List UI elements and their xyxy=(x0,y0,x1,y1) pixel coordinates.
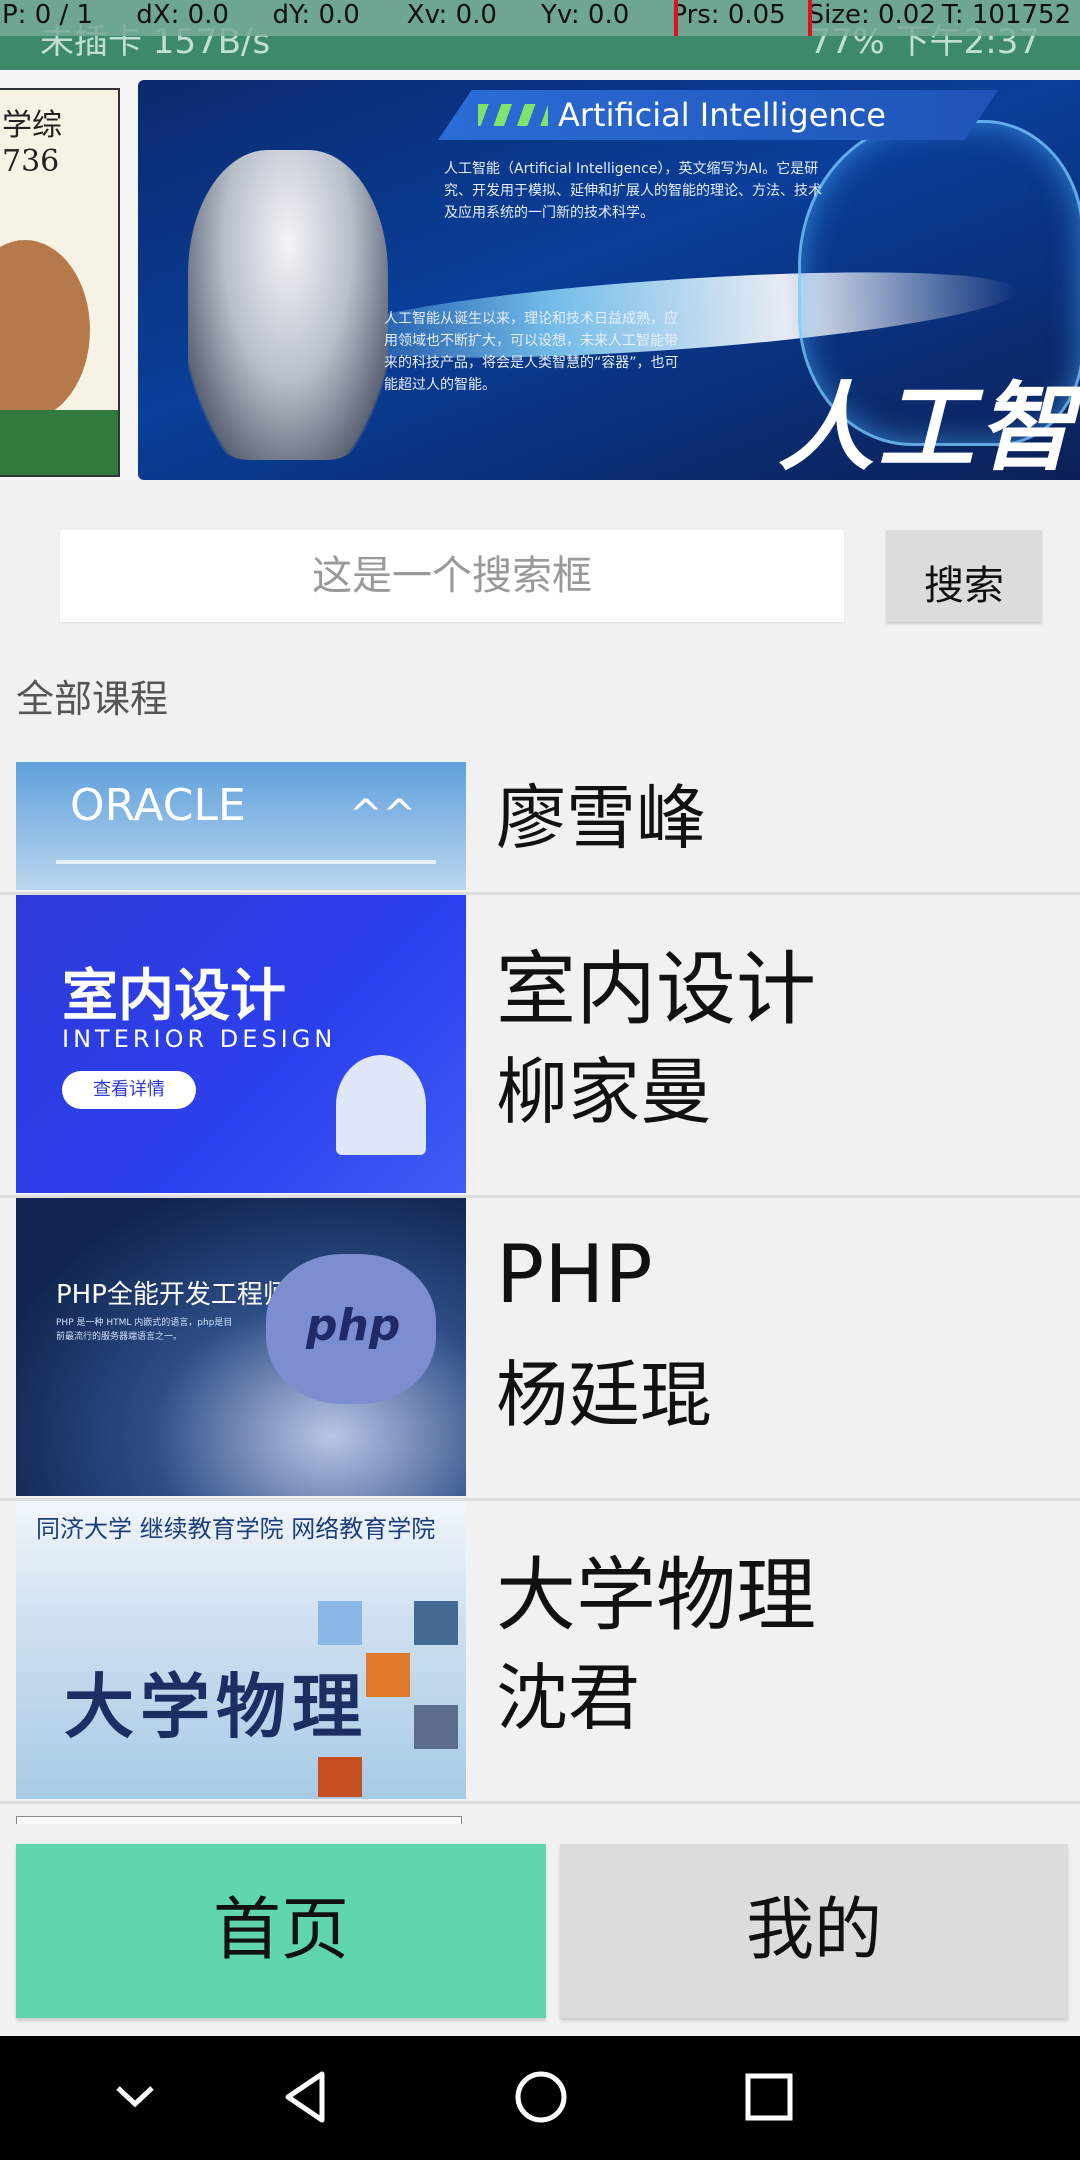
thumb-desc: PHP 是一种 HTML 内嵌式的语言，php是目前最流行的服务器端语言之一。 xyxy=(56,1318,233,1342)
home-icon[interactable] xyxy=(506,2062,576,2132)
debug-time: T: 101752 xyxy=(941,0,1072,30)
thumb-title: PHP全能开发工程师 xyxy=(56,1280,289,1310)
banner-ai-slide[interactable]: Artificial Intelligence 人工智能（Artificial … xyxy=(138,80,1080,480)
course-list[interactable]: ORACLE ^^ 廖雪峰 室内设计 INTERIOR DESIGN 查看详情 … xyxy=(0,754,1080,1824)
debug-pressure: Prs: 0.05 xyxy=(671,0,786,30)
search-button[interactable]: 搜索 xyxy=(886,530,1042,622)
stripes-icon xyxy=(478,104,548,126)
pointer-debug-overlay: P: 0 / 1 dX: 0.0 dY: 0.0 Xv: 0.0 Yv: 0.0… xyxy=(0,0,1080,36)
section-title: 全部课程 xyxy=(16,677,169,721)
banner-carousel[interactable]: 学综 736 Artificial Intelligence 人工智能（Arti… xyxy=(0,70,1080,480)
banner-cn-title: 人工智能 xyxy=(778,372,1080,480)
course-item[interactable]: 室内设计 INTERIOR DESIGN 查看详情 室内设计 柳家曼 xyxy=(0,895,1080,1198)
course-teacher: 柳家曼 xyxy=(496,1050,713,1134)
course-thumbnail: ORACLE ^^ xyxy=(16,762,466,890)
chevron-down-icon[interactable] xyxy=(100,2062,170,2132)
back-icon[interactable] xyxy=(274,2062,344,2132)
course-thumbnail: 同济大学 继续教育学院 网络教育学院 大学物理 xyxy=(16,1501,466,1799)
recents-icon[interactable] xyxy=(734,2062,804,2132)
banner-prev-text: 学综 736 xyxy=(2,108,62,179)
debug-xv: Xv: 0.0 xyxy=(406,0,497,30)
thumb-title: 室内设计 xyxy=(62,964,286,1029)
debug-dx: dX: 0.0 xyxy=(136,0,229,30)
debug-marker xyxy=(674,0,678,36)
banner-prev-slide[interactable]: 学综 736 xyxy=(0,88,120,477)
physics-image-grid xyxy=(318,1601,462,1797)
thumb-mark: ^^ xyxy=(348,792,416,838)
course-name: 室内设计 xyxy=(496,943,816,1036)
thumb-detail-button: 查看详情 xyxy=(62,1071,196,1109)
thumb-subtitle: INTERIOR DESIGN xyxy=(62,1025,337,1053)
cartoon-figure xyxy=(0,240,90,420)
debug-dy: dY: 0.0 xyxy=(272,0,360,30)
thumb-header: 同济大学 继续教育学院 网络教育学院 xyxy=(36,1515,436,1543)
thumb-text: ORACLE xyxy=(70,780,246,831)
course-thumbnail-partial xyxy=(16,1816,462,1824)
banner-title: Artificial Intelligence xyxy=(438,90,998,140)
tab-mine[interactable]: 我的 xyxy=(560,1844,1068,2018)
course-item[interactable]: 同济大学 继续教育学院 网络教育学院 大学物理 大学物理 沈君 xyxy=(0,1501,1080,1804)
php-elephant-icon: php xyxy=(266,1254,436,1404)
course-item[interactable]: PHP全能开发工程师 PHP 是一种 HTML 内嵌式的语言，php是目前最流行… xyxy=(0,1198,1080,1501)
course-teacher: 沈君 xyxy=(496,1656,641,1740)
php-logo-text: php xyxy=(306,1300,401,1351)
debug-marker xyxy=(808,0,812,36)
tab-home[interactable]: 首页 xyxy=(16,1844,546,2018)
course-name: PHP xyxy=(496,1228,653,1321)
debug-size: Size: 0.02 xyxy=(807,0,936,30)
banner-desc-1: 人工智能（Artificial Intelligence），英文缩写为AI。它是… xyxy=(444,161,822,221)
course-name: 大学物理 xyxy=(496,1549,816,1642)
course-teacher: 杨廷琨 xyxy=(496,1353,713,1437)
banner-title-text: Artificial Intelligence xyxy=(558,96,886,134)
thumb-line xyxy=(56,860,436,864)
search-input[interactable]: 这是一个搜索框 xyxy=(60,530,844,622)
debug-pointer-count: P: 0 / 1 xyxy=(2,0,94,30)
robot-hand-image xyxy=(188,150,388,460)
course-thumbnail: 室内设计 INTERIOR DESIGN 查看详情 xyxy=(16,895,466,1193)
course-thumbnail: PHP全能开发工程师 PHP 是一种 HTML 内嵌式的语言，php是目前最流行… xyxy=(16,1198,466,1496)
lamp-illustration xyxy=(336,1055,426,1155)
system-nav-bar xyxy=(0,2036,1080,2160)
course-teacher: 廖雪峰 xyxy=(496,777,706,859)
banner-desc-2: 人工智能从诞生以来，理论和技术日益成熟，应用领域也不断扩大，可以设想，未来人工智… xyxy=(384,311,679,393)
debug-yv: Yv: 0.0 xyxy=(541,0,630,30)
cartoon-sweater xyxy=(0,410,118,475)
course-item[interactable]: ORACLE ^^ 廖雪峰 xyxy=(0,762,1080,895)
